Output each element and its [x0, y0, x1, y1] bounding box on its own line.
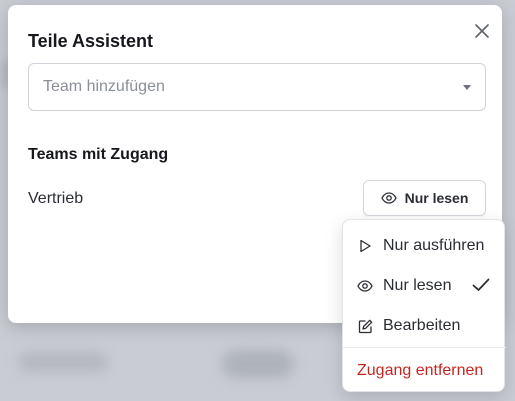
menu-item-edit[interactable]: Bearbeiten: [343, 306, 506, 346]
menu-item-label: Nur ausführen: [383, 237, 485, 254]
permission-button-label: Nur lesen: [404, 190, 469, 206]
close-icon: [475, 24, 489, 38]
edit-icon: [357, 318, 373, 334]
caret-down-icon: [463, 84, 471, 90]
menu-item-read-only[interactable]: Nur lesen: [343, 266, 506, 306]
backdrop-blur-shape: [222, 350, 294, 378]
backdrop-blur-shape: [18, 352, 108, 372]
permission-menu: Nur ausführen Nur lesen Bearbeiten Zugan…: [342, 219, 506, 392]
close-button[interactable]: [472, 21, 492, 41]
menu-item-label: Bearbeiten: [383, 317, 461, 334]
section-title: Teams mit Zugang: [28, 146, 169, 163]
menu-item-remove-access[interactable]: Zugang entfernen: [343, 351, 506, 391]
menu-divider: [343, 347, 506, 348]
eye-icon: [357, 278, 373, 294]
dialog-title: Teile Assistent: [28, 31, 154, 51]
team-name: Vertrieb: [28, 190, 84, 207]
menu-item-execute-only[interactable]: Nur ausführen: [343, 226, 506, 266]
menu-item-label: Zugang entfernen: [357, 362, 484, 379]
team-select-placeholder: Team hinzufügen: [43, 78, 165, 95]
permission-button[interactable]: Nur lesen: [363, 180, 486, 216]
team-select[interactable]: Team hinzufügen: [28, 63, 486, 111]
eye-icon: [380, 192, 397, 204]
check-icon: [472, 278, 490, 297]
play-icon: [357, 238, 373, 254]
menu-item-label: Nur lesen: [383, 277, 452, 294]
